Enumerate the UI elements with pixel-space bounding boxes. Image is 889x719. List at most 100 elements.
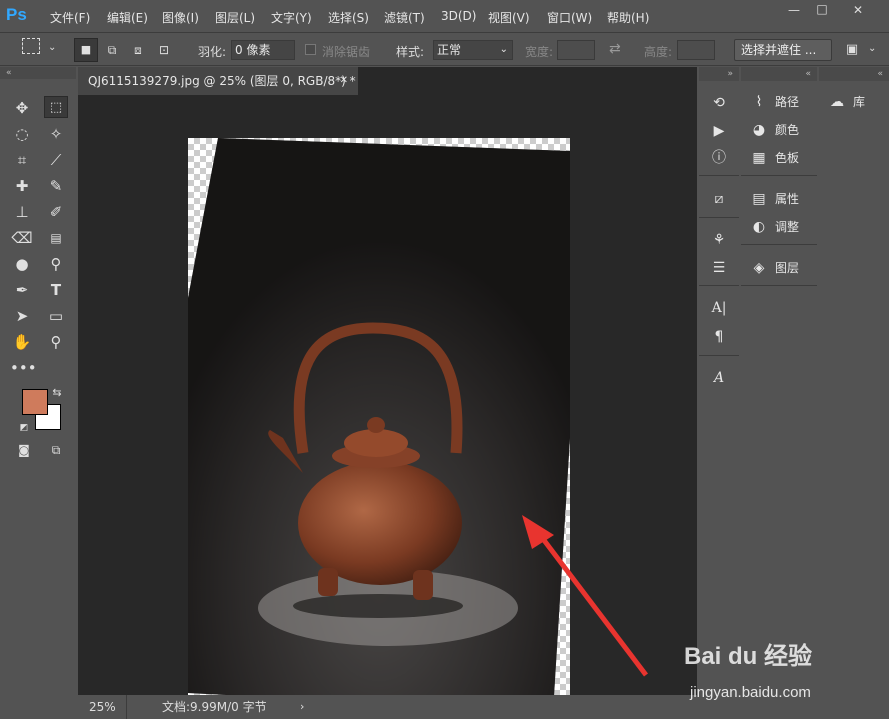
collapse-icon[interactable]: » [699,67,739,81]
panel-layers[interactable]: ◈ 图层 [749,256,799,280]
path-selection-tool-icon[interactable]: ➤ [10,305,34,327]
gradient-tool-icon[interactable]: ▤ [44,227,68,249]
dodge-tool-icon[interactable]: ⚲ [44,253,68,275]
divider [699,175,739,176]
panel-color[interactable]: ◕ 颜色 [749,118,799,142]
healing-brush-tool-icon[interactable]: ✚ [10,175,34,197]
menu-type[interactable]: 文字(Y) [271,9,312,26]
history-icon[interactable]: ⟲ [709,93,729,113]
rect-marquee-tool-icon[interactable]: ⬚ [44,96,68,118]
document-tab-title: QJ6115139279.jpg @ 25% (图层 0, RGB/8*) * [88,74,356,88]
lasso-tool-icon[interactable]: ◌ [10,123,34,145]
zoom-level[interactable]: 25% [89,695,116,719]
select-and-mask-button[interactable]: 选择并遮住 ... [734,39,832,61]
panel-color-label: 颜色 [775,123,800,137]
menu-help[interactable]: 帮助(H) [607,9,649,26]
character-icon[interactable]: A| [709,298,729,318]
default-colors-icon[interactable]: ◩ [18,417,30,439]
zoom-tool-icon[interactable]: ⚲ [44,331,68,353]
history-brush-tool-icon[interactable]: ✐ [44,201,68,223]
minimize-button[interactable]: — [779,0,809,20]
panel-properties[interactable]: ▤ 属性 [749,187,799,211]
feather-input[interactable]: 0 像素 [231,40,295,60]
eyedropper-tool-icon[interactable]: ⟋ [44,149,68,171]
panel-swatches[interactable]: ▦ 色板 [749,146,799,170]
close-button[interactable]: ✕ [843,0,873,20]
maximize-button[interactable]: □ [807,0,837,19]
document-tab[interactable]: QJ6115139279.jpg @ 25% (图层 0, RGB/8*) * … [78,67,358,95]
baidu-watermark-url: jingyan.baidu.com [690,684,811,701]
channels-icon[interactable]: ⧄ [709,189,729,209]
menu-edit[interactable]: 编辑(E) [107,9,148,26]
divider [741,244,817,245]
hand-tool-icon[interactable]: ✋ [10,331,34,353]
adjust-icon: ◐ [752,219,766,235]
more-tools-icon[interactable]: ••• [10,357,37,379]
new-selection-icon[interactable]: ■ [74,38,98,62]
properties-icon: ▤ [752,191,766,207]
style-select-value: 正常 [437,43,462,57]
intersect-selection-icon[interactable]: ⊡ [152,39,176,61]
swap-colors-icon[interactable]: ⇆ [50,382,64,404]
chevron-down-icon[interactable]: ⌄ [868,43,876,54]
palette-icon: ◕ [752,122,766,138]
swap-icon[interactable]: ⇄ [609,41,621,57]
paragraph-icon[interactable]: ¶ [709,327,729,347]
type-tool-icon[interactable]: T [44,279,68,301]
adjustments-sliders-icon[interactable]: ☰ [709,258,729,278]
workspace-icon[interactable]: ▣ [840,39,864,61]
blur-tool-icon[interactable]: ● [10,253,34,275]
height-label: 高度: [644,45,673,59]
menu-select[interactable]: 选择(S) [328,9,369,26]
close-tab-icon[interactable]: ✕ [340,67,348,95]
collapse-icon[interactable]: « [819,67,889,81]
subtract-selection-icon[interactable]: ⧈ [126,39,150,61]
brushes-icon[interactable]: ⚘ [709,230,729,250]
collapse-icon[interactable]: « [741,67,817,81]
add-selection-icon[interactable]: ⧉ [100,39,124,61]
menu-window[interactable]: 窗口(W) [547,9,592,26]
divider [741,175,817,176]
crop-tool-icon[interactable]: ⌗ [10,149,34,171]
red-arrow-annotation [522,515,648,677]
width-input[interactable] [557,40,595,60]
antialias-checkbox[interactable] [305,44,316,55]
magic-wand-tool-icon[interactable]: ✧ [44,123,68,145]
brush-tool-icon[interactable]: ✎ [44,175,68,197]
path-icon: ⌇ [755,94,763,110]
menu-file[interactable]: 文件(F) [50,9,90,26]
foreground-color-swatch[interactable] [22,389,48,415]
chevron-down-icon[interactable]: ⌄ [48,42,56,53]
panel-paths[interactable]: ⌇ 路径 [749,90,799,114]
actions-play-icon[interactable]: ▶ [709,121,729,141]
pen-tool-icon[interactable]: ✒ [10,279,34,301]
quick-mask-icon[interactable]: ◙ [12,439,36,461]
canvas-viewport[interactable] [78,95,697,712]
document-area: QJ6115139279.jpg @ 25% (图层 0, RGB/8*) * … [78,67,697,719]
screen-mode-icon[interactable]: ⧉ [44,439,68,461]
panel-library[interactable]: ☁ 库 [827,90,865,114]
menu-filter[interactable]: 滤镜(T) [384,9,425,26]
info-icon[interactable]: ⓘ [709,148,729,168]
panel-layers-label: 图层 [775,261,800,275]
panel-swatches-label: 色板 [775,151,800,165]
panel-adjustments[interactable]: ◐ 调整 [749,215,799,239]
clone-stamp-tool-icon[interactable]: ⊥ [10,201,34,223]
menu-layer[interactable]: 图层(L) [215,9,255,26]
style-select[interactable]: 正常 ⌄ [433,40,513,60]
cc-library-icon: ☁ [830,94,844,110]
eraser-tool-icon[interactable]: ⌫ [10,227,34,249]
glyphs-icon[interactable]: A [709,368,729,388]
menu-view[interactable]: 视图(V) [488,9,530,26]
rectangle-tool-icon[interactable]: ▭ [44,305,68,327]
menu-image[interactable]: 图像(I) [162,9,199,26]
divider [699,355,739,356]
move-tool-icon[interactable]: ✥ [10,97,34,119]
menu-3d[interactable]: 3D(D) [441,9,476,23]
rect-marquee-preset-icon[interactable] [22,38,40,54]
rotated-photo [188,138,570,712]
chevron-right-icon[interactable]: › [300,695,304,719]
collapse-icon[interactable]: « [0,67,76,79]
feather-label: 羽化: [198,45,227,59]
height-input[interactable] [677,40,715,60]
